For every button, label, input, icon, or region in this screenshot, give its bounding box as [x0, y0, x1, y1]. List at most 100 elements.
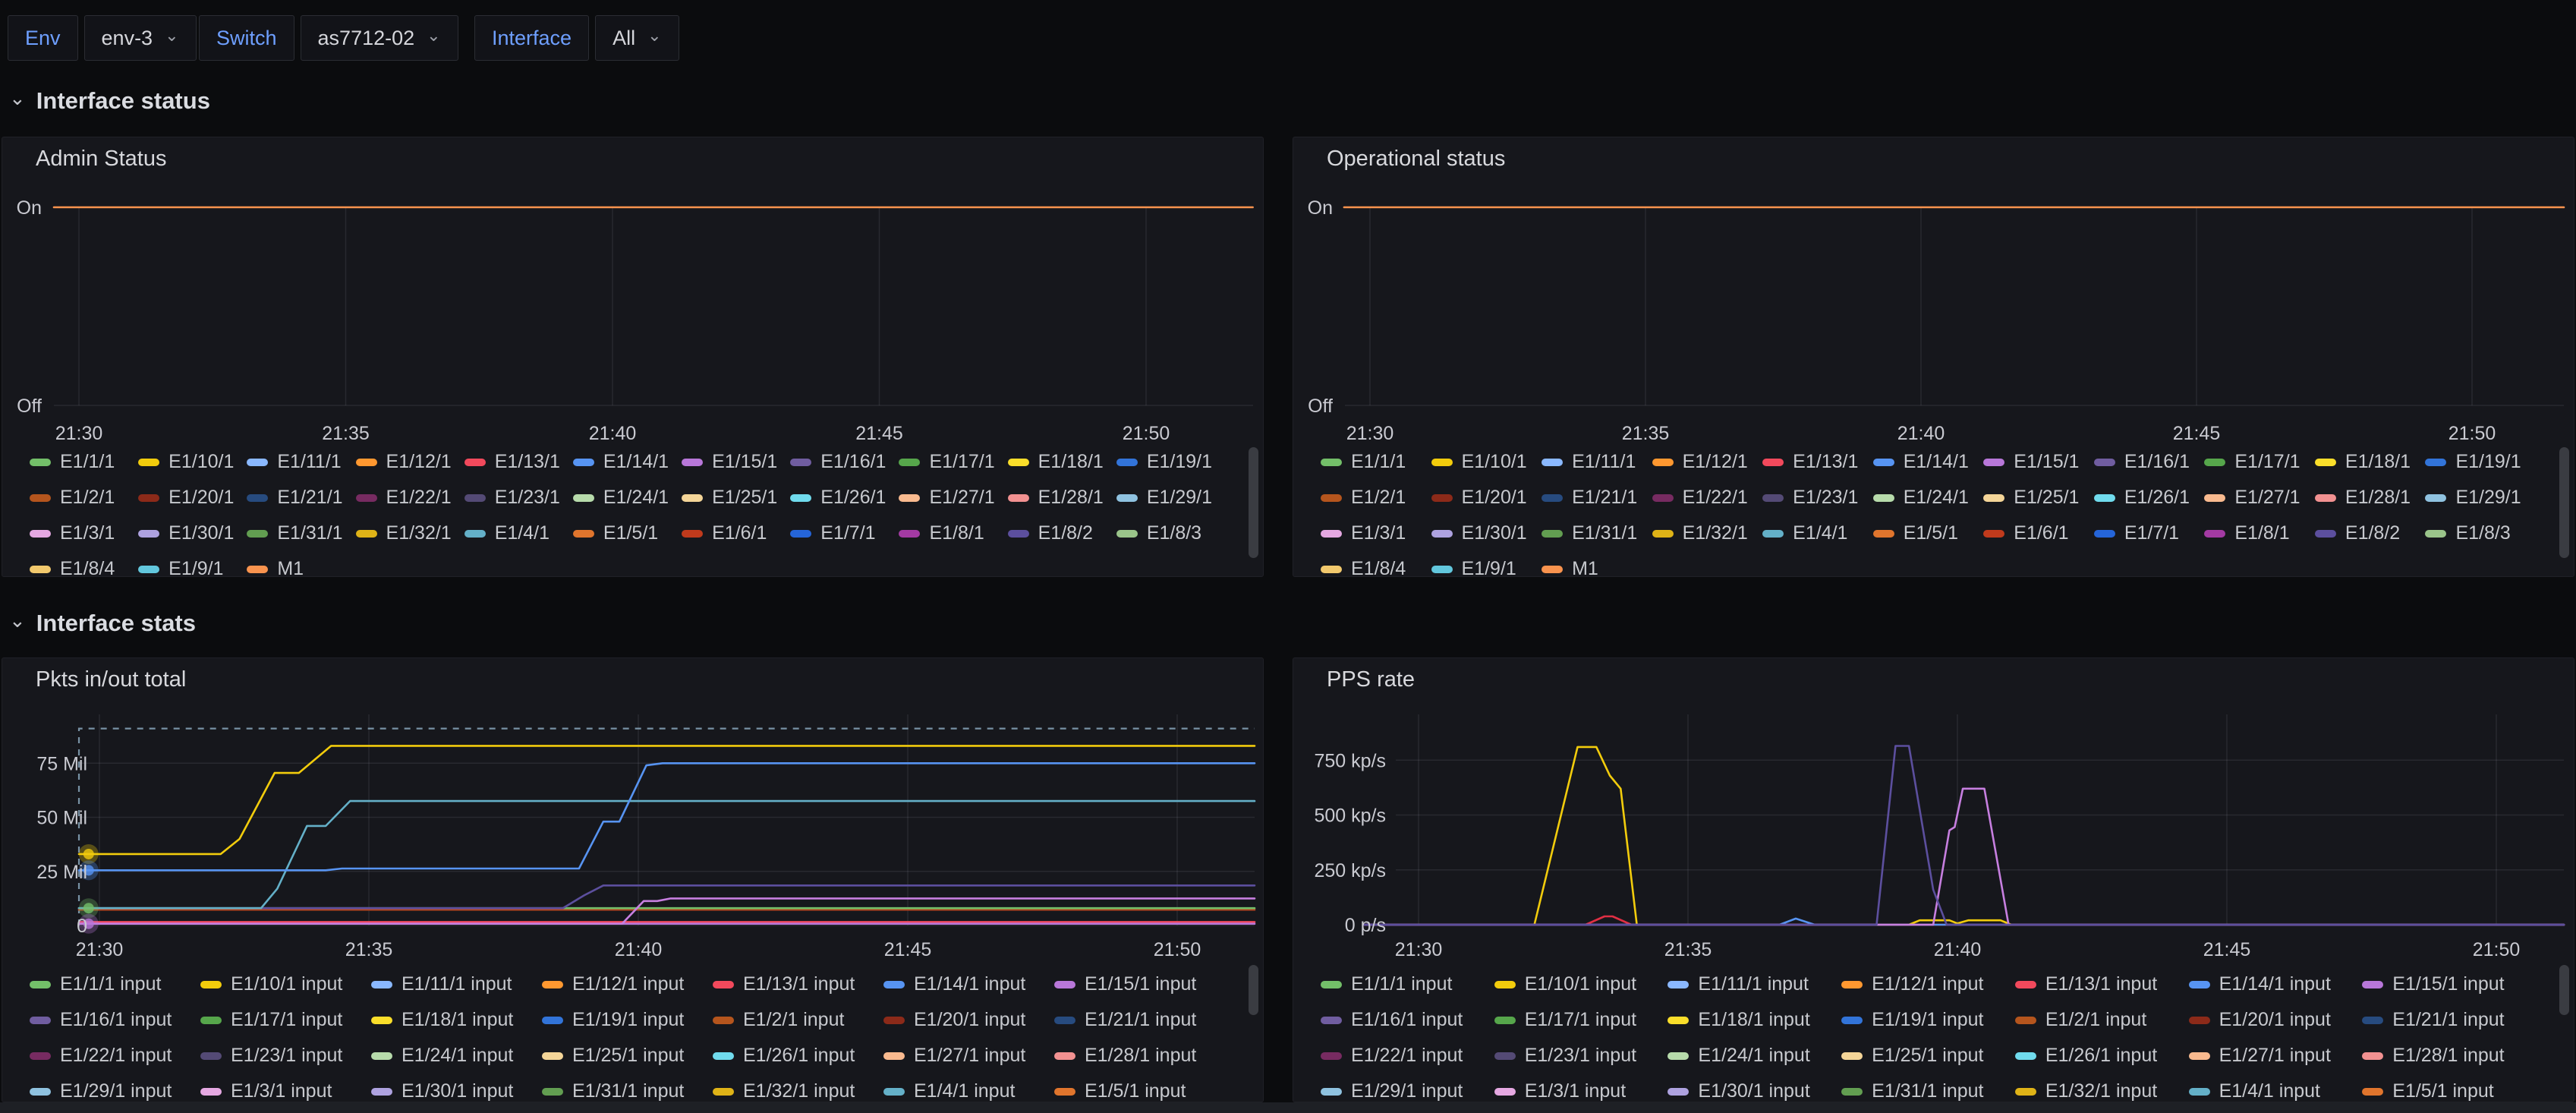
legend-item[interactable]: E1/27/1 input [883, 1038, 1048, 1074]
legend-item[interactable]: M1 [1542, 551, 1646, 577]
legend-item[interactable]: E1/5/1 [573, 516, 675, 551]
legend-item[interactable]: E1/23/1 input [1494, 1038, 1662, 1074]
legend-item[interactable]: E1/1/1 [1321, 444, 1425, 480]
legend-item[interactable]: E1/6/1 [1983, 516, 2088, 551]
legend-item[interactable]: E1/28/1 [2315, 480, 2420, 516]
legend-item[interactable]: E1/2/1 input [713, 1002, 877, 1038]
legend-item[interactable]: E1/21/1 [247, 480, 349, 516]
legend-item[interactable]: E1/13/1 input [713, 966, 877, 1002]
legend-item[interactable]: E1/12/1 [356, 444, 458, 480]
legend-item[interactable]: E1/8/2 [2315, 516, 2420, 551]
legend-item[interactable]: E1/23/1 input [200, 1038, 365, 1074]
legend-item[interactable]: E1/14/1 input [2189, 966, 2357, 1002]
legend-item[interactable]: E1/8/4 [30, 551, 132, 577]
legend-item[interactable]: E1/30/1 [1431, 516, 1536, 551]
section-interface-stats[interactable]: ⌄ Interface stats [9, 606, 196, 641]
legend-item[interactable]: E1/10/1 input [200, 966, 365, 1002]
legend-item[interactable]: E1/7/1 [790, 516, 893, 551]
panel-title[interactable]: PPS rate [1327, 667, 1415, 692]
legend-item[interactable]: E1/11/1 input [1667, 966, 1835, 1002]
legend-item[interactable]: E1/13/1 [1762, 444, 1867, 480]
legend-item[interactable]: E1/19/1 [1116, 444, 1219, 480]
legend-item[interactable]: E1/21/1 [1542, 480, 1646, 516]
legend-item[interactable]: E1/18/1 [1008, 444, 1110, 480]
legend-item[interactable]: E1/19/1 [2425, 444, 2530, 480]
legend-item[interactable]: E1/8/3 [2425, 516, 2530, 551]
legend-item[interactable]: E1/18/1 [2315, 444, 2420, 480]
legend-item[interactable]: E1/24/1 input [1667, 1038, 1835, 1074]
legend-item[interactable]: E1/2/1 input [2015, 1002, 2183, 1038]
legend-item[interactable]: E1/25/1 [1983, 480, 2088, 516]
legend-item[interactable]: E1/6/1 [682, 516, 784, 551]
legend-item[interactable]: E1/2/1 [1321, 480, 1425, 516]
legend-item[interactable]: E1/27/1 input [2189, 1038, 2357, 1074]
legend-item[interactable]: E1/11/1 [1542, 444, 1646, 480]
legend-item[interactable]: E1/32/1 [356, 516, 458, 551]
legend-item[interactable]: E1/16/1 [2094, 444, 2199, 480]
legend-item[interactable]: E1/4/1 input [2189, 1074, 2357, 1102]
legend-item[interactable]: E1/4/1 [464, 516, 567, 551]
legend-item[interactable]: E1/3/1 [1321, 516, 1425, 551]
legend-item[interactable]: E1/16/1 input [1321, 1002, 1488, 1038]
legend-item[interactable]: E1/8/2 [1008, 516, 1110, 551]
legend-item[interactable]: E1/29/1 input [30, 1074, 194, 1102]
legend-item[interactable]: E1/13/1 [464, 444, 567, 480]
legend-item[interactable]: E1/1/1 [30, 444, 132, 480]
legend-item[interactable]: E1/25/1 input [542, 1038, 707, 1074]
legend-scrollbar[interactable] [2559, 447, 2569, 558]
legend-item[interactable]: E1/11/1 input [371, 966, 536, 1002]
legend-item[interactable]: E1/4/1 [1762, 516, 1867, 551]
legend-item[interactable]: E1/16/1 [790, 444, 893, 480]
legend-scrollbar[interactable] [1249, 447, 1258, 558]
legend-item[interactable]: E1/22/1 input [1321, 1038, 1488, 1074]
legend-item[interactable]: E1/27/1 [2204, 480, 2309, 516]
legend-item[interactable]: E1/26/1 input [2015, 1038, 2183, 1074]
legend-item[interactable]: E1/11/1 [247, 444, 349, 480]
legend-item[interactable]: E1/26/1 input [713, 1038, 877, 1074]
legend-item[interactable]: E1/15/1 input [1054, 966, 1219, 1002]
variable-interface-dropdown[interactable]: All ⌄ [595, 15, 679, 61]
legend-item[interactable]: E1/17/1 input [200, 1002, 365, 1038]
legend-item[interactable]: E1/10/1 [1431, 444, 1536, 480]
legend-item[interactable]: E1/27/1 [899, 480, 1001, 516]
legend-item[interactable]: E1/28/1 input [2362, 1038, 2530, 1074]
legend-item[interactable]: E1/24/1 [573, 480, 675, 516]
legend-item[interactable]: E1/10/1 input [1494, 966, 1662, 1002]
panel-title[interactable]: Operational status [1327, 147, 1505, 172]
legend-item[interactable]: E1/28/1 [1008, 480, 1110, 516]
legend-item[interactable]: E1/22/1 [1652, 480, 1757, 516]
legend-item[interactable]: E1/9/1 [138, 551, 241, 577]
legend-item[interactable]: E1/22/1 [356, 480, 458, 516]
legend-item[interactable]: E1/31/1 input [542, 1074, 707, 1102]
legend-item[interactable]: E1/9/1 [1431, 551, 1536, 577]
legend-item[interactable]: E1/29/1 [1116, 480, 1219, 516]
legend-item[interactable]: E1/30/1 input [1667, 1074, 1835, 1102]
legend-item[interactable]: E1/15/1 [682, 444, 784, 480]
legend-item[interactable]: E1/31/1 input [1841, 1074, 2009, 1102]
legend-item[interactable]: E1/32/1 [1652, 516, 1757, 551]
legend-item[interactable]: E1/29/1 input [1321, 1074, 1488, 1102]
legend-item[interactable]: E1/3/1 input [200, 1074, 365, 1102]
legend-item[interactable]: E1/22/1 input [30, 1038, 194, 1074]
legend-item[interactable]: E1/12/1 [1652, 444, 1757, 480]
legend-scrollbar[interactable] [1249, 965, 1258, 1015]
legend-item[interactable]: E1/17/1 [2204, 444, 2309, 480]
legend-item[interactable]: E1/21/1 input [1054, 1002, 1219, 1038]
legend-item[interactable]: E1/14/1 [1873, 444, 1978, 480]
legend-item[interactable]: E1/15/1 input [2362, 966, 2530, 1002]
legend-item[interactable]: E1/31/1 [247, 516, 349, 551]
legend-item[interactable]: E1/30/1 input [371, 1074, 536, 1102]
legend-item[interactable]: E1/3/1 [30, 516, 132, 551]
legend-item[interactable]: E1/18/1 input [371, 1002, 536, 1038]
legend-item[interactable]: E1/20/1 input [883, 1002, 1048, 1038]
legend-item[interactable]: E1/31/1 [1542, 516, 1646, 551]
legend-item[interactable]: E1/23/1 [1762, 480, 1867, 516]
legend-item[interactable]: E1/26/1 [2094, 480, 2199, 516]
legend-item[interactable]: E1/3/1 input [1494, 1074, 1662, 1102]
legend-item[interactable]: E1/12/1 input [542, 966, 707, 1002]
legend-item[interactable]: E1/14/1 [573, 444, 675, 480]
legend-item[interactable]: E1/1/1 input [1321, 966, 1488, 1002]
legend-item[interactable]: E1/32/1 input [713, 1074, 877, 1102]
legend-item[interactable]: E1/19/1 input [1841, 1002, 2009, 1038]
section-interface-status[interactable]: ⌄ Interface status [9, 84, 210, 118]
